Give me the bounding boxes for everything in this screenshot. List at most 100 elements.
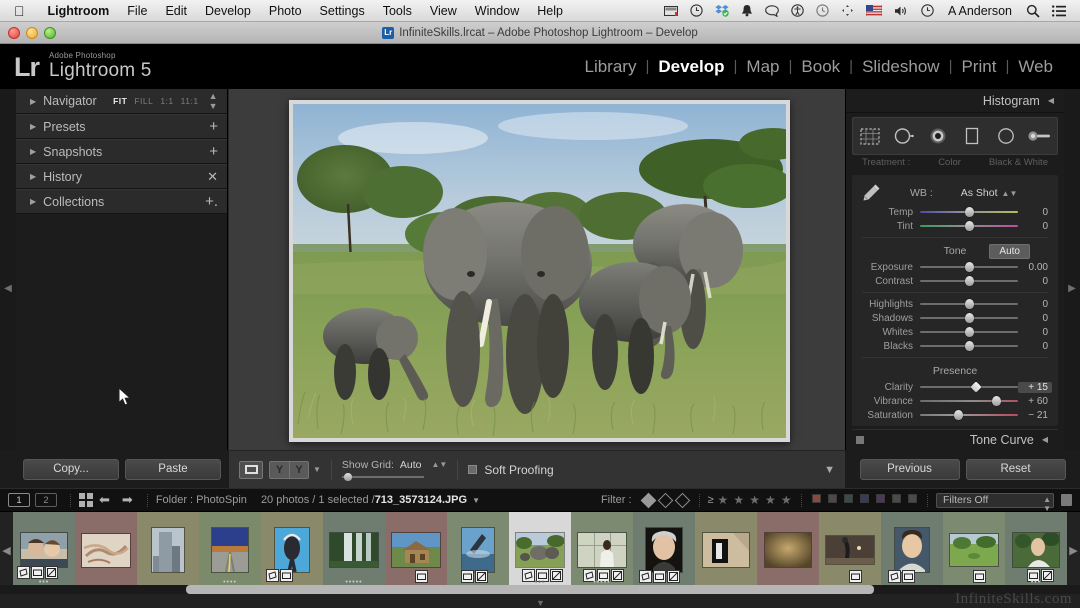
- slider-clarity-value[interactable]: + 15: [1018, 381, 1052, 393]
- volume-icon[interactable]: [894, 5, 909, 17]
- main-screen-button[interactable]: 1: [8, 493, 30, 507]
- chevron-down-icon[interactable]: ▼: [313, 465, 321, 474]
- slider-blacks-track[interactable]: [920, 340, 1018, 352]
- slider-whites-value[interactable]: 0: [1018, 327, 1052, 338]
- develop-badge-icon[interactable]: [45, 566, 58, 579]
- collection-badge-icon[interactable]: [461, 570, 474, 583]
- zoom-button[interactable]: [44, 27, 56, 39]
- menu-develop[interactable]: Develop: [196, 4, 260, 18]
- show-grid-stepper-icon[interactable]: ▲▼: [431, 460, 447, 469]
- module-develop[interactable]: Develop: [649, 57, 733, 77]
- color-label-none-icon[interactable]: [891, 494, 901, 503]
- filmstrip-collapse-toggle[interactable]: ▼: [536, 598, 545, 608]
- slider-contrast-knob[interactable]: [964, 276, 974, 286]
- accessibility-icon[interactable]: [791, 4, 804, 17]
- before-after-left[interactable]: Y: [269, 460, 289, 479]
- white-balance-value[interactable]: As Shot: [961, 187, 998, 199]
- menu-file[interactable]: File: [118, 4, 156, 18]
- slider-vibrance-knob[interactable]: [991, 396, 1001, 406]
- slider-contrast-value[interactable]: 0: [1018, 276, 1052, 287]
- module-library[interactable]: Library: [576, 57, 646, 77]
- filmstrip-thumb-1[interactable]: •••: [13, 512, 75, 588]
- chevron-left-icon[interactable]: ◀: [1042, 435, 1048, 444]
- panel-histogram-header[interactable]: Histogram ◀: [846, 89, 1064, 113]
- time-machine-clock-icon[interactable]: [921, 4, 934, 17]
- soft-proofing-label[interactable]: Soft Proofing: [484, 463, 553, 477]
- before-after-view-button[interactable]: Y Y ▼: [269, 460, 321, 479]
- filmstrip-thumb-16[interactable]: [943, 512, 1005, 588]
- slider-exposure-track[interactable]: [920, 261, 1018, 273]
- crop-badge-icon[interactable]: [888, 570, 901, 583]
- reset-button[interactable]: Reset: [965, 458, 1066, 480]
- star-icon[interactable]: ★: [718, 493, 729, 507]
- color-label-green-icon[interactable]: [843, 494, 853, 503]
- filmstrip-thumb-9-selected[interactable]: •••: [509, 512, 571, 588]
- filename-chevron-down-icon[interactable]: ▼: [472, 496, 480, 505]
- zoom-mode-1to1[interactable]: 1:1: [160, 96, 173, 106]
- slider-highlights-track[interactable]: [920, 298, 1018, 310]
- radial-filter-icon[interactable]: [993, 124, 1019, 148]
- filmstrip-thumb-13[interactable]: [757, 512, 819, 588]
- collection-badge-icon[interactable]: [280, 569, 293, 582]
- filmstrip-thumb-14[interactable]: [819, 512, 881, 588]
- menu-help[interactable]: Help: [528, 4, 572, 18]
- chevron-left-icon[interactable]: ◀: [1048, 96, 1054, 105]
- navigate-back-icon[interactable]: ⬅: [99, 492, 110, 508]
- spot-removal-icon[interactable]: [891, 124, 917, 148]
- zoom-mode-fit[interactable]: FIT: [113, 96, 127, 106]
- filmstrip-thumb-7[interactable]: [385, 512, 447, 588]
- menu-photo[interactable]: Photo: [260, 4, 311, 18]
- white-balance-selector-icon[interactable]: [858, 182, 884, 204]
- red-eye-correction-icon[interactable]: [925, 124, 951, 148]
- flag-unflagged-icon[interactable]: [657, 492, 673, 508]
- main-photo-elephants[interactable]: [293, 104, 786, 438]
- crop-overlay-icon[interactable]: [857, 124, 883, 148]
- flag-picked-icon[interactable]: [640, 492, 656, 508]
- slider-clarity-knob[interactable]: [970, 381, 982, 393]
- slider-shadows-track[interactable]: [920, 312, 1018, 324]
- filmstrip-thumb-2[interactable]: [75, 512, 137, 588]
- bell-icon[interactable]: [741, 4, 753, 17]
- develop-badge-icon[interactable]: [667, 570, 680, 583]
- displays-icon[interactable]: [841, 4, 854, 17]
- star-icon[interactable]: ★: [749, 493, 760, 507]
- slider-tint[interactable]: Tint 0: [852, 219, 1058, 233]
- slider-tint-track[interactable]: [920, 220, 1018, 232]
- adjustment-brush-icon[interactable]: [1027, 124, 1053, 148]
- collection-badge-icon[interactable]: [653, 570, 666, 583]
- add-snapshot-icon[interactable]: +: [209, 144, 218, 159]
- slider-vibrance-track[interactable]: [920, 395, 1018, 407]
- close-button[interactable]: [8, 27, 20, 39]
- search-icon[interactable]: [1026, 4, 1040, 18]
- slider-exposure-knob[interactable]: [964, 262, 974, 272]
- flag-us-icon[interactable]: [866, 5, 883, 16]
- crop-badge-icon[interactable]: [17, 566, 30, 579]
- timemachine-icon[interactable]: [690, 4, 703, 17]
- filmstrip-thumb-5[interactable]: [261, 512, 323, 588]
- color-label-blue-icon[interactable]: [859, 494, 869, 503]
- menu-lightroom[interactable]: Lightroom: [39, 4, 119, 18]
- filmstrip-thumb-12[interactable]: [695, 512, 757, 588]
- slider-blacks-knob[interactable]: [964, 341, 974, 351]
- slider-exposure-value[interactable]: 0.00: [1018, 262, 1052, 273]
- zoom-stepper-icon[interactable]: ▲ ▼: [209, 91, 218, 111]
- slider-blacks[interactable]: Blacks 0: [852, 339, 1058, 353]
- image-canvas[interactable]: [229, 89, 845, 488]
- filmstrip-scroll-left[interactable]: ◀: [0, 512, 13, 588]
- filmstrip-scroll-right[interactable]: ▶: [1067, 512, 1080, 588]
- dropbox-icon[interactable]: [715, 4, 729, 17]
- panel-collections[interactable]: ▶ Collections +.: [16, 189, 227, 214]
- filmstrip-thumb-15[interactable]: [881, 512, 943, 588]
- panel-snapshots[interactable]: ▶ Snapshots +: [16, 139, 227, 164]
- panel-presets[interactable]: ▶ Presets +: [16, 114, 227, 139]
- slider-tint-knob[interactable]: [964, 221, 974, 231]
- menu-view[interactable]: View: [421, 4, 466, 18]
- slider-highlights-knob[interactable]: [964, 299, 974, 309]
- filmstrip-thumb-6[interactable]: •••••: [323, 512, 385, 588]
- notification-center-icon[interactable]: [1052, 4, 1066, 17]
- grid-size-slider[interactable]: [341, 472, 424, 481]
- slider-exposure[interactable]: Exposure 0.00: [852, 260, 1058, 274]
- filters-preset-stepper-icon[interactable]: ▲ ▼: [1043, 495, 1051, 513]
- color-label-red-icon[interactable]: [811, 494, 821, 503]
- zoom-mode-11to1[interactable]: 11:1: [181, 96, 199, 106]
